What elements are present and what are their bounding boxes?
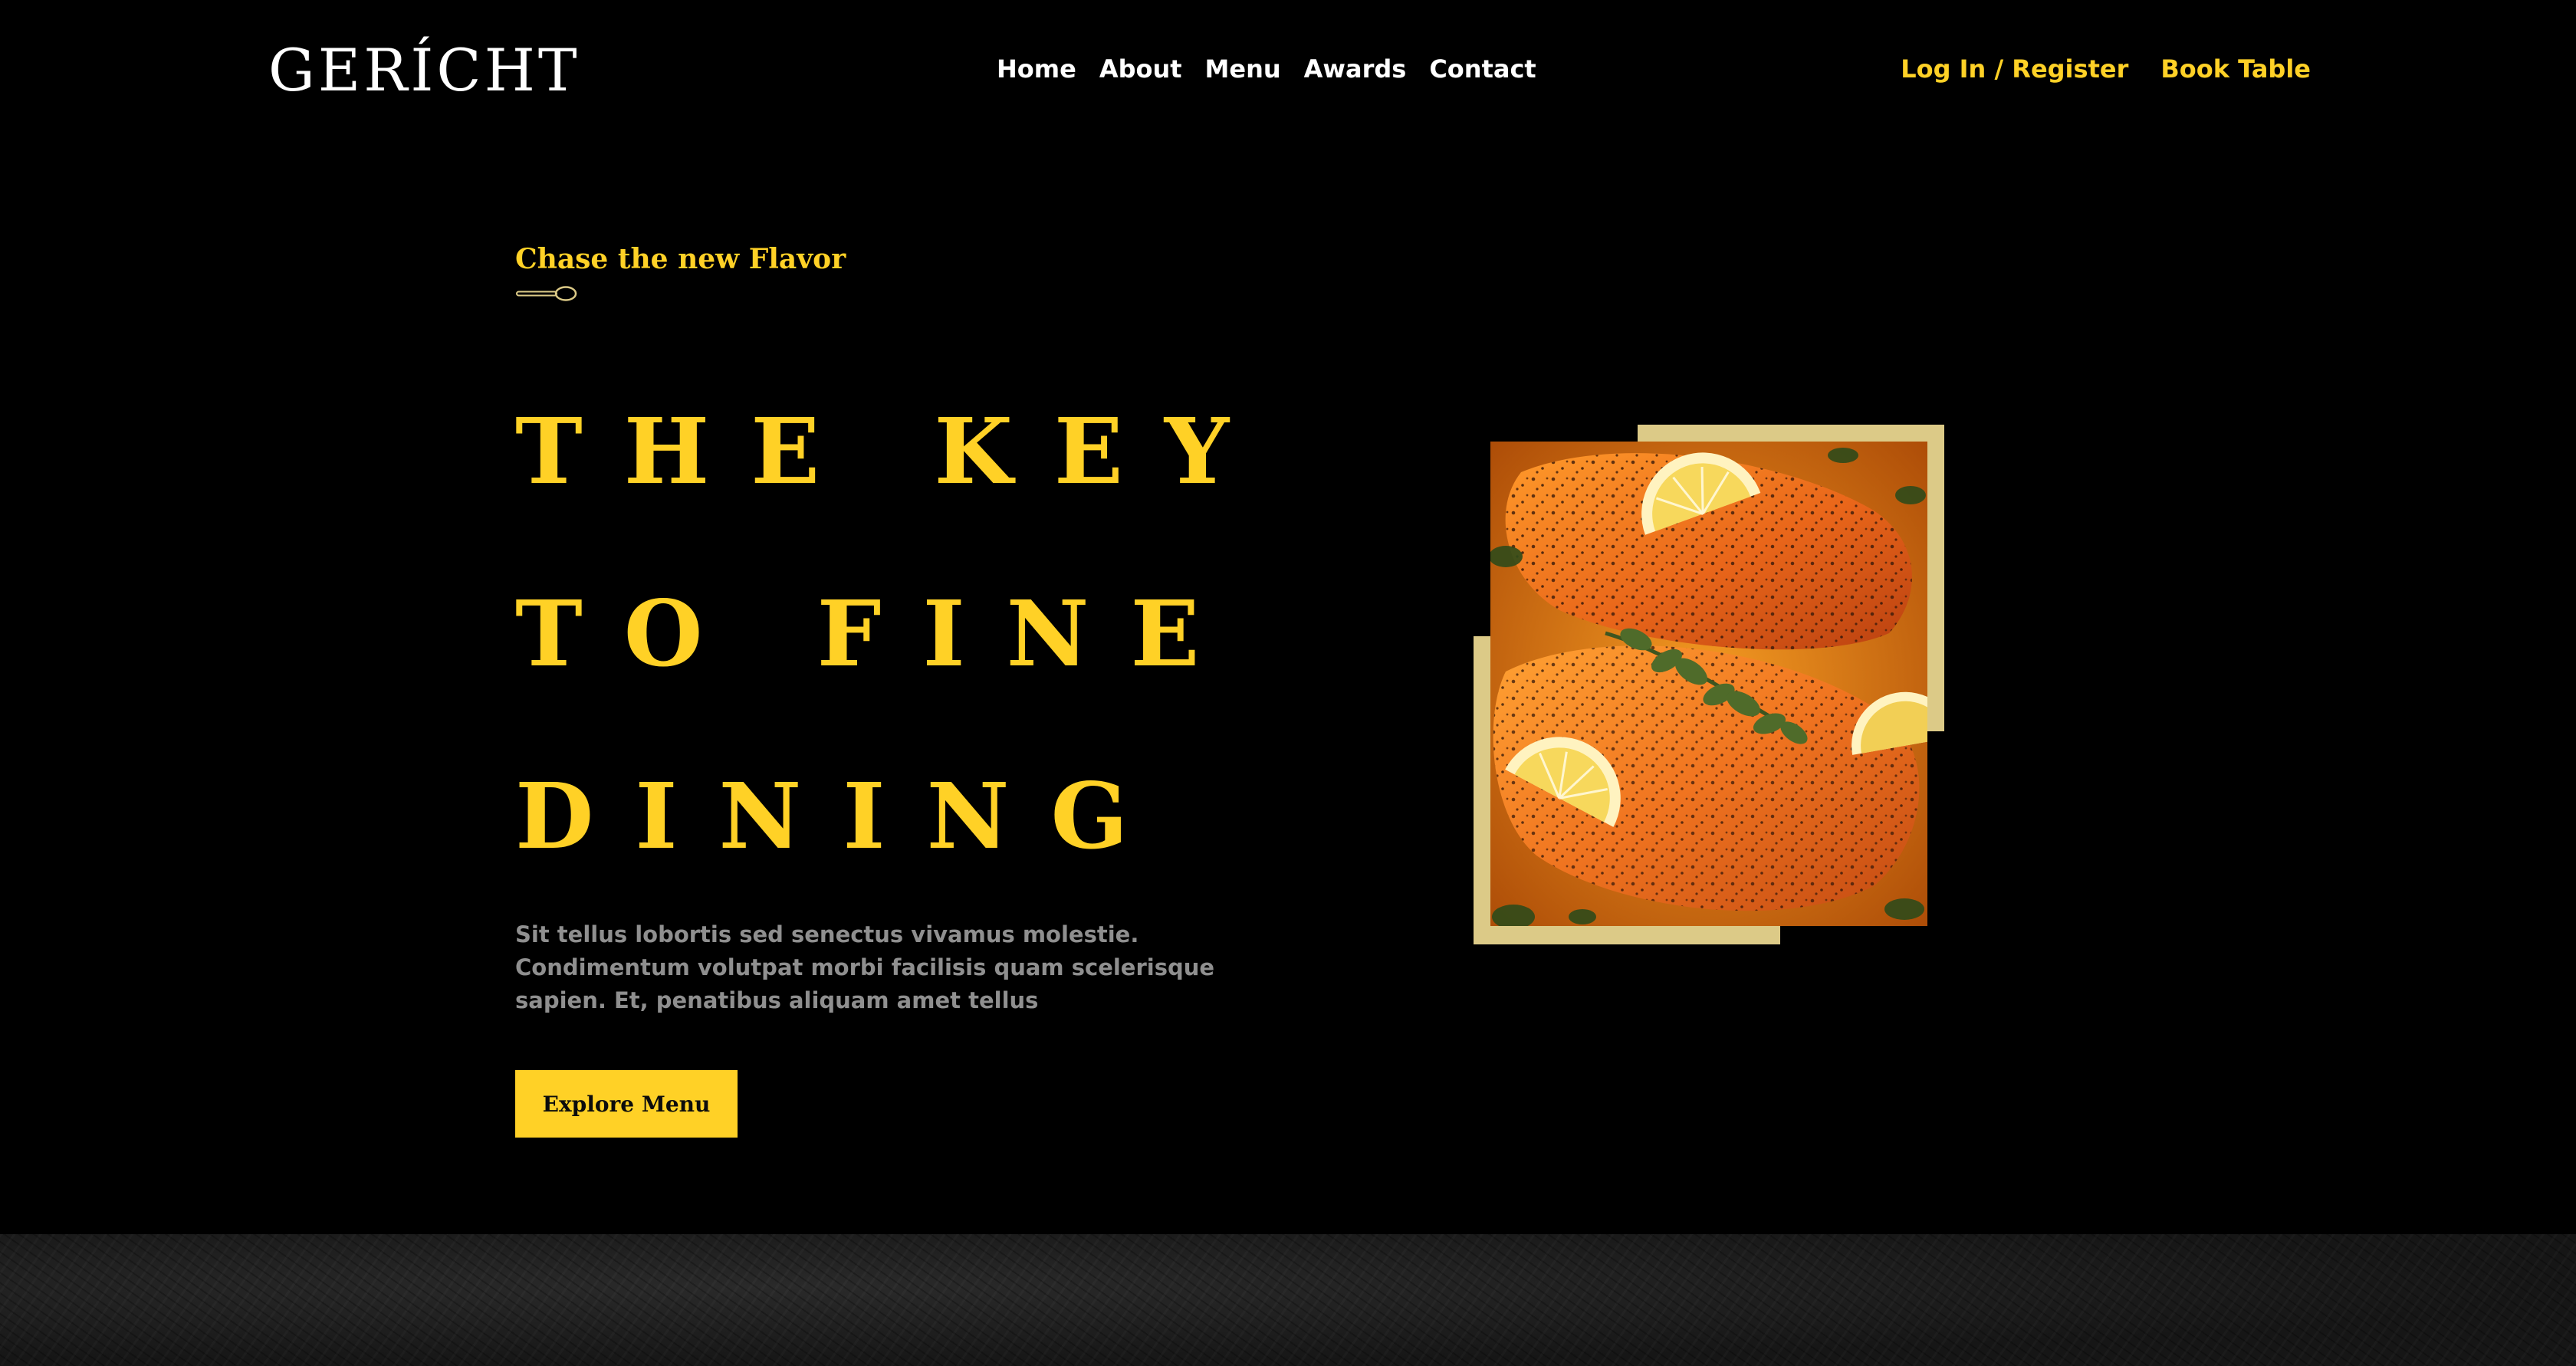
- nav-home-link[interactable]: Home: [997, 51, 1076, 87]
- book-table-link[interactable]: Book Table: [2160, 51, 2311, 87]
- headline-line-3: DINING: [515, 763, 1170, 869]
- navbar: GERÍCHT Home About Menu Awards Contact L…: [0, 0, 2576, 138]
- salmon-dish-image: [1490, 442, 1927, 926]
- headline-line-1: THE KEY: [515, 398, 1271, 504]
- hero-kicker: Chase the new Flavor: [515, 243, 846, 275]
- nav-awards-link[interactable]: Awards: [1304, 51, 1407, 87]
- headline-line-2: TO FINE: [515, 580, 1241, 687]
- textured-background-band: [0, 1234, 2576, 1366]
- nav-menu-link[interactable]: Menu: [1205, 51, 1281, 87]
- nav-actions: Log In / Register Book Table: [1901, 51, 2311, 87]
- explore-menu-button[interactable]: Explore Menu: [515, 1070, 738, 1138]
- hero-description: Sit tellus lobortis sed senectus vivamus…: [515, 921, 1215, 1013]
- nav-contact-link[interactable]: Contact: [1429, 51, 1536, 87]
- spoon-icon: [516, 286, 577, 301]
- nav-links: Home About Menu Awards Contact: [997, 51, 1536, 87]
- hero-headline: THE KEY TO FINE DINING: [515, 360, 1359, 908]
- nav-about-link[interactable]: About: [1099, 51, 1182, 87]
- login-register-link[interactable]: Log In / Register: [1901, 51, 2128, 87]
- logo[interactable]: GERÍCHT: [268, 34, 580, 107]
